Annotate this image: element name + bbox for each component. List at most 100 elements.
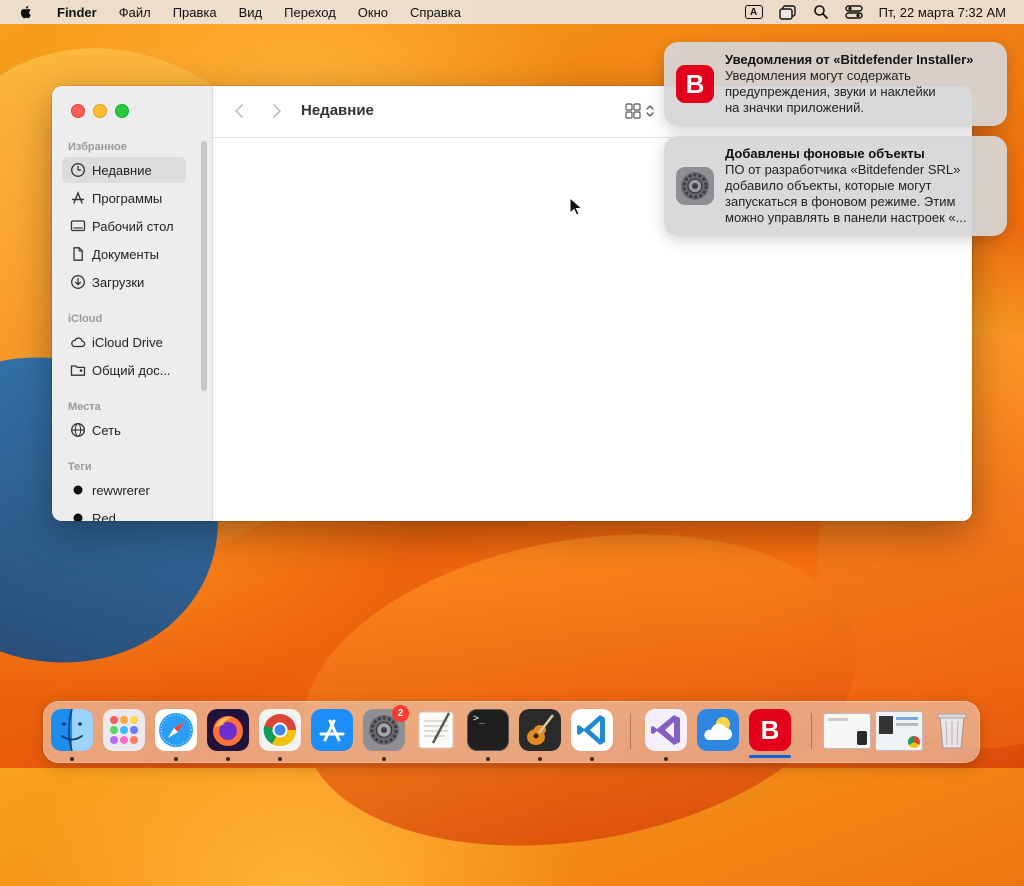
- notification-title: Уведомления от «Bitdefender Installer»: [725, 52, 974, 67]
- dock: 2 >_ B: [43, 701, 980, 763]
- bitdefender-logo-letter: B: [760, 714, 780, 745]
- notification-body-line: Уведомления могут содержать: [725, 68, 911, 83]
- document-icon: [73, 247, 83, 261]
- menu-go[interactable]: Переход: [273, 5, 347, 20]
- garageband-app-icon[interactable]: [519, 709, 561, 751]
- sidebar-item-label: Недавние: [92, 162, 152, 178]
- wallpaper-shape: [278, 493, 882, 886]
- thumbnail-detail: [828, 718, 848, 721]
- sidebar-item-documents[interactable]: Документы: [62, 241, 186, 267]
- stage-manager-icon[interactable]: [778, 4, 797, 20]
- applications-icon: [71, 191, 85, 204]
- minimize-button[interactable]: [93, 104, 107, 118]
- notification-body-line: ПО от разработчика «Bitdefender SRL»: [725, 162, 961, 177]
- bitdefender-app-icon[interactable]: B: [749, 709, 791, 751]
- desktop-icon: [70, 220, 86, 232]
- apple-icon[interactable]: [18, 4, 34, 20]
- menu-clock[interactable]: Пт, 22 марта 7:32 AM: [879, 5, 1006, 20]
- running-indicator: [664, 757, 668, 761]
- sidebar-item-label: Общий дос...: [92, 362, 171, 378]
- sidebar-item-label: Рабочий стол: [92, 218, 174, 234]
- terminal-prompt-text: >_: [473, 713, 486, 724]
- thumbnail-detail: [896, 717, 918, 720]
- notification-background-items[interactable]: Добавлены фоновые объекты ПО от разработ…: [664, 136, 1007, 236]
- textedit-app-icon[interactable]: [415, 709, 457, 751]
- sidebar-item-label: rewwrerer: [92, 482, 150, 498]
- menu-help[interactable]: Справка: [399, 5, 472, 20]
- close-button[interactable]: [71, 104, 85, 118]
- thumbnail-detail: [896, 723, 918, 726]
- system-settings-icon: [676, 167, 714, 205]
- sidebar-item-label: Red: [92, 510, 116, 522]
- sidebar-item-shared[interactable]: Общий дос...: [62, 357, 186, 383]
- minimized-window-thumbnail[interactable]: [875, 711, 923, 751]
- spotlight-search-icon[interactable]: [813, 4, 829, 20]
- notification-body-line: предупреждения, звуки и наклейки: [725, 84, 936, 99]
- running-indicator: [226, 757, 230, 761]
- forward-arrow-icon[interactable]: [267, 102, 285, 120]
- sidebar-scrollbar[interactable]: [201, 141, 207, 391]
- tag-dot-icon: [73, 485, 83, 495]
- notification-body-line: добавило объекты, которые могут: [725, 178, 932, 193]
- menu-view[interactable]: Вид: [228, 5, 274, 20]
- sidebar-item-applications[interactable]: Программы: [62, 185, 186, 211]
- mouse-cursor-icon: [569, 197, 583, 216]
- visual-studio-app-icon[interactable]: [645, 709, 687, 751]
- notification-title: Добавлены фоновые объекты: [725, 146, 925, 161]
- weather-app-icon[interactable]: [697, 709, 739, 751]
- control-center-icon[interactable]: [844, 4, 863, 20]
- menu-app-name[interactable]: Finder: [46, 5, 108, 20]
- sidebar-item-network[interactable]: Сеть: [62, 417, 186, 443]
- running-indicator: [486, 757, 490, 761]
- minimized-window-thumbnail[interactable]: [823, 713, 871, 749]
- sidebar-item-icloud-drive[interactable]: iCloud Drive: [62, 329, 186, 355]
- sidebar-item-downloads[interactable]: Загрузки: [62, 269, 186, 295]
- running-indicator: [70, 757, 74, 761]
- app-store-app-icon[interactable]: [311, 709, 353, 751]
- zoom-button[interactable]: [115, 104, 129, 118]
- sidebar-section-favorites: Избранное: [68, 141, 127, 153]
- download-icon: [71, 275, 85, 289]
- back-arrow-icon[interactable]: [231, 102, 249, 120]
- dock-separator: [811, 713, 812, 749]
- window-title: Недавние: [301, 102, 374, 119]
- chrome-app-icon[interactable]: [259, 709, 301, 751]
- menu-window[interactable]: Окно: [347, 5, 399, 20]
- dock-separator: [630, 713, 631, 749]
- trash-icon[interactable]: [931, 709, 973, 751]
- terminal-app-icon[interactable]: >_: [467, 709, 509, 751]
- vscode-app-icon[interactable]: [571, 709, 613, 751]
- running-indicator: [278, 757, 282, 761]
- menu-file[interactable]: Файл: [108, 5, 162, 20]
- notification-body-line: на значки приложений.: [725, 100, 865, 115]
- grid-view-icon[interactable]: [624, 102, 660, 120]
- tag-dot-icon: [73, 513, 83, 521]
- sidebar-section-tags: Теги: [68, 461, 92, 473]
- safari-app-icon[interactable]: [155, 709, 197, 751]
- notification-bitdefender[interactable]: B Уведомления от «Bitdefender Installer»…: [664, 42, 1007, 126]
- shared-folder-icon: [70, 365, 86, 376]
- notification-body-line: запускаться в фоновом режиме. Этим: [725, 194, 956, 209]
- sidebar-item-tag[interactable]: rewwrerer: [62, 477, 186, 503]
- firefox-app-icon[interactable]: [207, 709, 249, 751]
- sidebar-item-recents[interactable]: Недавние: [62, 157, 186, 183]
- menu-edit[interactable]: Правка: [162, 5, 228, 20]
- sidebar-section-icloud: iCloud: [68, 313, 103, 325]
- globe-icon: [71, 423, 85, 437]
- launchpad-app-icon[interactable]: [103, 709, 145, 751]
- running-indicator: [590, 757, 594, 761]
- sidebar-item-desktop[interactable]: Рабочий стол: [62, 213, 186, 239]
- notification-body-line: можно управлять в панели настроек «...: [725, 210, 967, 225]
- sidebar-item-tag[interactable]: Red: [62, 505, 186, 521]
- finder-app-icon[interactable]: [51, 709, 93, 751]
- chrome-badge-icon: [908, 736, 920, 748]
- sidebar-item-label: Программы: [92, 190, 163, 206]
- active-app-indicator: [749, 755, 791, 758]
- input-source-icon[interactable]: A: [744, 5, 763, 19]
- sidebar-item-label: Загрузки: [92, 274, 145, 290]
- running-indicator: [382, 757, 386, 761]
- clock-icon: [71, 163, 85, 177]
- running-indicator: [174, 757, 178, 761]
- sidebar-item-label: Документы: [92, 246, 160, 262]
- notification-badge: 2: [392, 705, 409, 722]
